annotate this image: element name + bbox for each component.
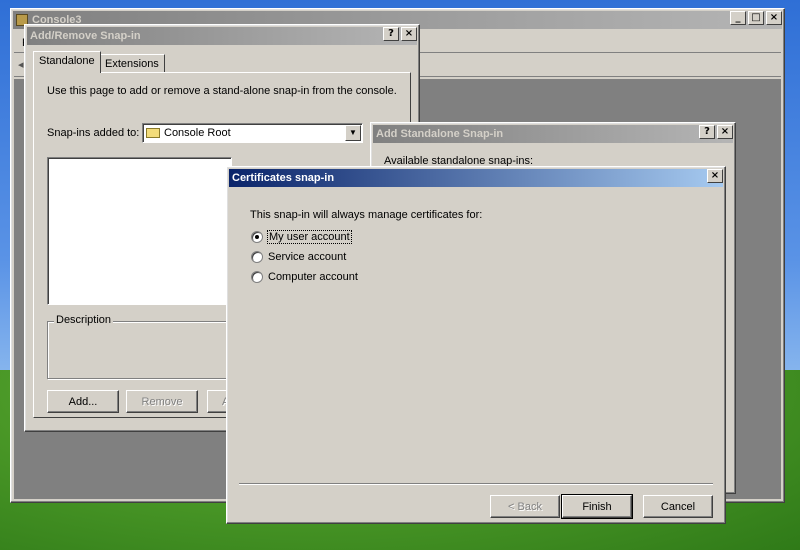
- add-remove-title-buttons: ? ×: [383, 27, 417, 41]
- chevron-down-icon[interactable]: ▼: [345, 125, 361, 141]
- close-button[interactable]: ×: [707, 169, 723, 183]
- snapins-list[interactable]: [47, 157, 232, 305]
- certificates-title-buttons: ×: [707, 169, 723, 183]
- radio-label-service-account: Service account: [268, 251, 347, 263]
- close-button[interactable]: ×: [401, 27, 417, 41]
- radio-button[interactable]: [251, 251, 263, 263]
- add-button-label: Add...: [68, 395, 98, 408]
- back-button[interactable]: < Back: [490, 495, 560, 518]
- finish-button[interactable]: Finish: [561, 494, 633, 519]
- remove-button-label: Remove: [141, 395, 183, 408]
- add-remove-titlebar: Add/Remove Snap-in: [27, 27, 417, 45]
- add-standalone-titlebar: Add Standalone Snap-in: [373, 125, 733, 143]
- radio-my-user-account[interactable]: My user account: [251, 230, 352, 244]
- footer-separator: [239, 483, 713, 485]
- certificates-prompt: This snap-in will always manage certific…: [250, 209, 483, 221]
- radio-button[interactable]: [251, 231, 263, 243]
- add-remove-title: Add/Remove Snap-in: [30, 30, 141, 42]
- radio-computer-account[interactable]: Computer account: [251, 271, 358, 283]
- snapins-dropdown-value: Console Root: [164, 127, 231, 139]
- tab-extensions-label: Extensions: [105, 58, 159, 70]
- finish-button-label: Finish: [582, 500, 612, 513]
- back-button-label: < Back: [508, 500, 542, 513]
- radio-label-my-user-account: My user account: [267, 230, 352, 244]
- certificates-dialog: Certificates snap-in × This snap-in will…: [226, 166, 726, 524]
- cancel-button-label: Cancel: [660, 500, 696, 513]
- radio-button[interactable]: [251, 271, 263, 283]
- intro-text: Use this page to add or remove a stand-a…: [47, 85, 397, 97]
- certificates-title: Certificates snap-in: [232, 172, 335, 184]
- radio-service-account[interactable]: Service account: [251, 251, 346, 263]
- folder-icon: [146, 128, 160, 138]
- snapins-label: Snap-ins added to:: [47, 127, 140, 139]
- add-button[interactable]: Add...: [47, 390, 119, 413]
- maximize-button[interactable]: □: [748, 11, 764, 25]
- close-button[interactable]: ×: [766, 11, 782, 25]
- snapins-dropdown[interactable]: Console Root ▼: [142, 123, 363, 143]
- minimize-button[interactable]: _: [730, 11, 746, 25]
- close-button[interactable]: ×: [717, 125, 733, 139]
- tab-standalone[interactable]: Standalone: [33, 51, 101, 73]
- tab-standalone-label: Standalone: [39, 55, 95, 67]
- description-label: Description: [54, 314, 114, 326]
- back-arrow-icon[interactable]: ◂: [18, 58, 24, 71]
- help-button[interactable]: ?: [383, 27, 399, 41]
- cancel-button[interactable]: Cancel: [643, 495, 713, 518]
- certificates-titlebar: Certificates snap-in: [229, 169, 723, 187]
- console-title-buttons: _ □ ×: [730, 11, 782, 25]
- remove-button[interactable]: Remove: [126, 390, 198, 413]
- add-standalone-title-buttons: ? ×: [699, 125, 733, 139]
- description-group: Description: [47, 314, 232, 379]
- tab-extensions[interactable]: Extensions: [99, 54, 165, 73]
- add-standalone-title: Add Standalone Snap-in: [376, 128, 504, 140]
- help-button[interactable]: ?: [699, 125, 715, 139]
- radio-label-computer-account: Computer account: [268, 271, 358, 283]
